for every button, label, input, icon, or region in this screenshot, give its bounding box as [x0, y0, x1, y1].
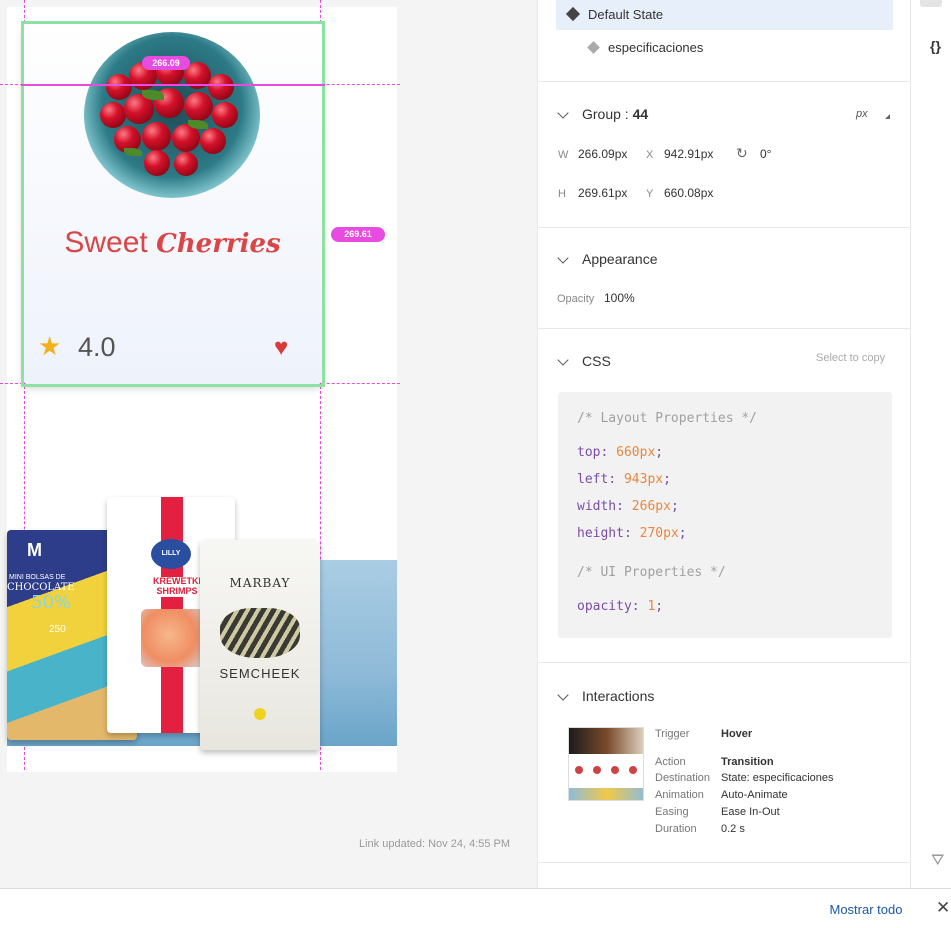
- link-updated-text: Link updated: Nov 24, 4:55 PM: [359, 838, 511, 850]
- braces-icon[interactable]: {}: [930, 38, 941, 54]
- unit-selector[interactable]: px: [856, 108, 868, 120]
- width-badge: 266.09: [142, 56, 190, 70]
- interaction-value-easing: Ease In-Out: [721, 806, 780, 818]
- destination-thumbnail[interactable]: [568, 727, 644, 801]
- selection-outline: [21, 21, 325, 387]
- rail-tab[interactable]: [920, 0, 942, 7]
- heart-icon[interactable]: ♥: [274, 336, 288, 360]
- x-value: 942.91px: [664, 147, 714, 161]
- y-value: 660.08px: [664, 186, 714, 200]
- css-prop: width: [577, 499, 617, 514]
- css-line-top: top: 660px;: [577, 445, 664, 460]
- h-label: H: [558, 188, 566, 200]
- inspect-panel: Default State especificaciones Group : 4…: [537, 0, 911, 888]
- seed-package-image: MARBAY SEMCHEEK: [200, 540, 320, 750]
- css-line-width: width: 266px;: [577, 499, 679, 514]
- seeds-image: [220, 608, 300, 658]
- opacity-label: Opacity: [557, 293, 595, 305]
- panel-footer-divider: [538, 862, 910, 888]
- css-ui-comment: /* UI Properties */: [577, 565, 726, 580]
- card-title-main: Sweet: [64, 226, 148, 259]
- h-value: 269.61px: [578, 186, 628, 200]
- close-icon[interactable]: ✕: [936, 898, 950, 918]
- download-bar: Mostrar todo ✕: [0, 888, 951, 928]
- interaction-label-duration: Duration: [655, 823, 697, 835]
- select-to-copy-hint: Select to copy: [816, 352, 886, 364]
- interaction-value-duration: 0.2 s: [721, 823, 745, 835]
- thumbnail-hero: [569, 728, 643, 754]
- hover-guide-line: [21, 84, 325, 86]
- x-label: X: [646, 149, 654, 161]
- y-label: Y: [646, 188, 654, 200]
- rating-value: 4.0: [78, 332, 116, 362]
- interaction-value-trigger: Hover: [721, 728, 753, 740]
- chocolate-weight: 250: [49, 624, 66, 635]
- interaction-label-action: Action: [655, 756, 686, 768]
- interaction-value-destination: State: especificaciones: [721, 772, 834, 784]
- right-rail: {} ⛛: [911, 0, 951, 888]
- w-value: 266.09px: [578, 147, 628, 161]
- appearance-section: Appearance Opacity 100%: [538, 227, 910, 328]
- shrimp-name-line2: SHRIMPS: [156, 585, 198, 596]
- css-prop: height: [577, 526, 624, 541]
- interaction-label-animation: Animation: [655, 789, 704, 801]
- seed-name: SEMCHEEK: [219, 666, 301, 681]
- css-prop: opacity: [577, 599, 632, 614]
- css-value: 270px: [639, 526, 679, 541]
- interaction-label-trigger: Trigger: [655, 728, 690, 740]
- chocolate-line1: MINI BOLSAS DE: [9, 574, 66, 581]
- state-child-label[interactable]: especificaciones: [608, 40, 703, 55]
- css-prop: top: [577, 445, 601, 460]
- interactions-title[interactable]: Interactions: [582, 688, 654, 704]
- interaction-label-destination: Destination: [655, 772, 711, 784]
- seed-badge-dot: [254, 708, 266, 720]
- shrimp-name: KREWETKI SHRIMPS: [147, 576, 207, 597]
- css-line-height: height: 270px;: [577, 526, 687, 541]
- rotation-value: 0°: [760, 147, 772, 161]
- state-default-label[interactable]: Default State: [588, 7, 663, 22]
- css-value: 660px: [616, 445, 656, 460]
- interaction-value-action: Transition: [721, 756, 774, 768]
- chevron-down-icon[interactable]: [557, 354, 569, 366]
- cursor-icon[interactable]: ⛛: [931, 852, 944, 870]
- opacity-value: 100%: [604, 291, 635, 305]
- chevron-down-icon[interactable]: [557, 107, 569, 119]
- css-title[interactable]: CSS: [582, 353, 611, 369]
- star-icon: ★: [38, 331, 62, 361]
- diamond-substate-icon: [587, 41, 600, 54]
- css-prop: left: [577, 472, 609, 487]
- w-label: W: [558, 149, 569, 161]
- chevron-down-icon[interactable]: [557, 252, 569, 264]
- thumbnail-strip: [569, 788, 643, 800]
- appearance-title[interactable]: Appearance: [582, 251, 658, 267]
- interaction-value-animation: Auto-Animate: [721, 789, 788, 801]
- css-layout-comment: /* Layout Properties */: [577, 411, 758, 426]
- design-canvas[interactable]: 266.09 269.61 Sweet Cherries ★ 4.0 ♥ M M…: [0, 0, 537, 888]
- chocolate-brand: M: [27, 540, 42, 560]
- group-title-label: Group :: [582, 106, 629, 122]
- shrimp-logo: LILLY: [151, 539, 191, 569]
- resize-corner-icon: [885, 114, 890, 119]
- css-value: 943px: [623, 472, 664, 487]
- css-code-block[interactable]: /* Layout Properties */ top: 660px; left…: [558, 392, 892, 638]
- group-title[interactable]: Group : 44: [582, 106, 648, 122]
- css-line-left: left: 943px;: [577, 472, 671, 487]
- group-section: Group : 44 px W 266.09px X 942.91px ↻ 0°…: [538, 81, 910, 227]
- card-title-script: Cherries: [156, 229, 281, 259]
- chocolate-percent: 50%: [31, 592, 72, 613]
- card-title: Sweet Cherries: [22, 226, 323, 260]
- interaction-label-easing: Easing: [655, 806, 689, 818]
- group-number: 44: [632, 106, 649, 122]
- show-all-button[interactable]: Mostrar todo: [810, 901, 922, 917]
- rotate-icon: ↻: [736, 145, 748, 161]
- css-value: 266px: [631, 499, 671, 514]
- chevron-down-icon[interactable]: [557, 689, 569, 701]
- css-line-opacity: opacity: 1;: [577, 599, 664, 614]
- height-badge: 269.61: [331, 227, 385, 242]
- seed-brand: MARBAY: [229, 576, 291, 590]
